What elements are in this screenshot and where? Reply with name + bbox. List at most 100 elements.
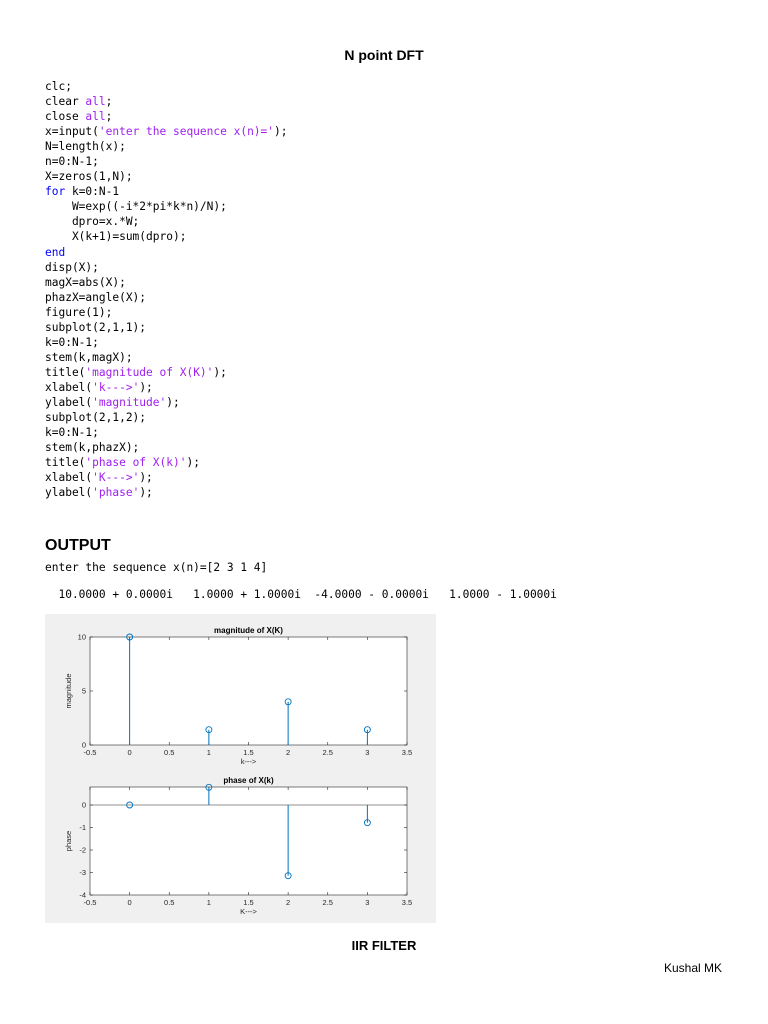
page-title: N point DFT — [344, 47, 424, 63]
code-line: ylabel('magnitude'); — [45, 395, 288, 410]
x-tick-label: 2 — [286, 748, 290, 757]
code-line: N=length(x); — [45, 139, 288, 154]
code-line: k=0:N-1; — [45, 425, 288, 440]
x-tick-label: 1 — [207, 748, 211, 757]
code-line: k=0:N-1; — [45, 335, 288, 350]
code-string: 'k--->' — [92, 380, 140, 394]
code-string: 'magnitude of X(K)' — [85, 365, 214, 379]
code-token: ); — [213, 365, 227, 379]
code-string: 'K--->' — [92, 471, 140, 485]
y-tick-label: 10 — [78, 633, 86, 642]
code-token: N=length(x); — [45, 140, 126, 154]
code-line: phazX=angle(X); — [45, 290, 288, 305]
x-tick-label: 1 — [207, 898, 211, 907]
code-line: end — [45, 245, 288, 260]
author-name: Kushal MK — [663, 961, 722, 975]
code-string: 'magnitude' — [92, 395, 167, 409]
code-token: magX=abs(X); — [45, 275, 126, 289]
code-token: figure(1); — [45, 305, 113, 319]
code-token: clear — [45, 95, 86, 109]
code-line: subplot(2,1,2); — [45, 410, 288, 425]
code-token: ); — [139, 486, 153, 500]
x-tick-label: 3 — [365, 898, 369, 907]
code-token: k=0:N-1; — [45, 335, 99, 349]
x-tick-label: 1.5 — [243, 748, 253, 757]
code-line: x=input('enter the sequence x(n)='); — [45, 124, 288, 139]
code-token: ; — [105, 95, 113, 109]
code-line: title('phase of X(k)'); — [45, 455, 288, 470]
y-tick-label: 0 — [82, 801, 86, 810]
code-line: for k=0:N-1 — [45, 184, 288, 199]
code-token: ); — [139, 380, 153, 394]
x-tick-label: 1.5 — [243, 898, 253, 907]
code-token: k=0:N-1; — [45, 426, 99, 440]
x-tick-label: 0 — [128, 748, 132, 757]
code-line: xlabel('K--->'); — [45, 470, 288, 485]
y-tick-label: 0 — [82, 741, 86, 750]
x-tick-label: 3 — [365, 748, 369, 757]
y-tick-label: -2 — [79, 846, 86, 855]
code-token: stem(k,magX); — [45, 350, 133, 364]
code-token: title( — [45, 365, 86, 379]
code-line: clc; — [45, 79, 288, 94]
y-tick-label: -4 — [79, 891, 86, 900]
code-string: all — [85, 110, 106, 124]
code-token: stem(k,phazX); — [45, 441, 140, 455]
y-axis-label: magnitude — [64, 673, 73, 708]
code-token: X=zeros(1,N); — [45, 170, 133, 184]
code-line: title('magnitude of X(K)'); — [45, 365, 288, 380]
code-token: X(k+1)=sum(dpro); — [45, 230, 187, 244]
x-tick-label: 0.5 — [164, 898, 174, 907]
dft-result-line: 10.0000 + 0.0000i 1.0000 + 1.0000i -4.00… — [45, 588, 557, 601]
x-tick-label: 3.5 — [402, 898, 412, 907]
code-string: 'enter the sequence x(n)=' — [98, 125, 275, 139]
code-token: dpro=x.*W; — [45, 215, 140, 229]
code-token: close — [45, 110, 86, 124]
code-token: ; — [105, 110, 113, 124]
matlab-code-block: clc; clear all; close all; x=input('enter t… — [45, 79, 288, 500]
code-line: ylabel('phase'); — [45, 485, 288, 500]
code-token: subplot(2,1,2); — [45, 411, 147, 425]
code-token: ylabel( — [45, 486, 93, 500]
plot-area — [89, 636, 408, 746]
code-token: ylabel( — [45, 395, 93, 409]
code-line: clear all; — [45, 94, 288, 109]
chart-title: phase of X(k) — [223, 776, 274, 785]
next-section-title: IIR FILTER — [351, 938, 417, 953]
x-tick-label: 2 — [286, 898, 290, 907]
y-tick-label: 5 — [82, 687, 86, 696]
code-string: all — [85, 95, 106, 109]
code-line: subplot(2,1,1); — [45, 320, 288, 335]
code-token: W=exp((-i*2*pi*k*n)/N); — [45, 200, 227, 214]
code-keyword: end — [45, 245, 66, 259]
code-line: n=0:N-1; — [45, 154, 288, 169]
code-token: k=0:N-1 — [65, 185, 120, 199]
chart-title: magnitude of X(K) — [214, 626, 283, 635]
code-token: ); — [139, 471, 153, 485]
code-token: ); — [166, 395, 180, 409]
y-axis-label: phase — [64, 831, 73, 851]
code-string: 'phase of X(k)' — [85, 456, 187, 470]
code-token: xlabel( — [45, 471, 93, 485]
x-tick-label: 2.5 — [323, 748, 333, 757]
plot-area — [89, 786, 408, 896]
x-axis-label: k---> — [241, 757, 257, 766]
code-line: disp(X); — [45, 260, 288, 275]
output-heading: OUTPUT — [45, 537, 111, 554]
code-keyword: for — [45, 185, 66, 199]
code-token: phazX=angle(X); — [45, 290, 147, 304]
y-tick-label: -1 — [79, 823, 86, 832]
code-token: clc; — [45, 80, 72, 93]
code-line: figure(1); — [45, 305, 288, 320]
x-tick-label: 2.5 — [323, 898, 333, 907]
code-line: X=zeros(1,N); — [45, 169, 288, 184]
x-tick-label: 3.5 — [402, 748, 412, 757]
code-token: subplot(2,1,1); — [45, 320, 147, 334]
code-token: xlabel( — [45, 380, 93, 394]
code-line: stem(k,phazX); — [45, 440, 288, 455]
code-line: W=exp((-i*2*pi*k*n)/N); — [45, 199, 288, 214]
input-prompt-line: enter the sequence x(n)=[2 3 1 4] — [45, 561, 268, 574]
code-line: stem(k,magX); — [45, 350, 288, 365]
code-token: x=input( — [45, 125, 99, 139]
code-token: disp(X); — [45, 260, 99, 274]
